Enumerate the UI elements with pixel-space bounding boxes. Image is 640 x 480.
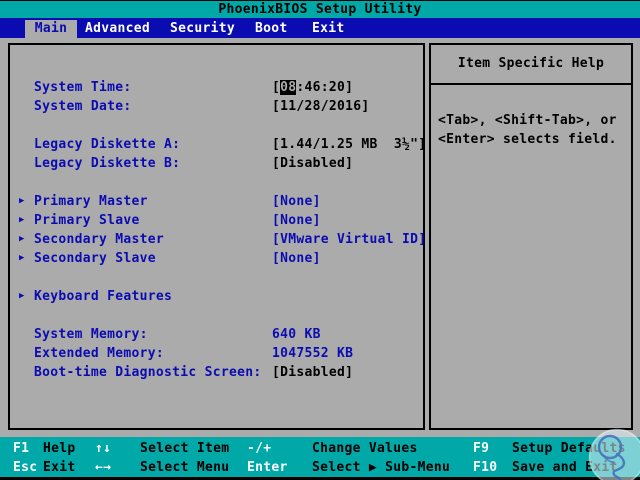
setting-value[interactable]: 640 KB xyxy=(272,325,321,344)
key-f10: F10 xyxy=(473,460,498,475)
setting-row-legacy-diskette-b[interactable]: Legacy Diskette B: [Disabled] xyxy=(10,154,423,173)
setting-value[interactable]: [Disabled] xyxy=(272,363,353,382)
key-: ←→ xyxy=(95,460,112,475)
setting-row-system-date[interactable]: System Date: [11/28/2016] xyxy=(10,97,423,116)
tab-exit[interactable]: Exit xyxy=(312,20,345,38)
submenu-arrow-icon: ▶ xyxy=(19,215,25,225)
setting-row-system-memory[interactable]: System Memory: 640 KB xyxy=(10,325,423,344)
key-: -/+ xyxy=(247,441,272,456)
action-select-item: Select Item xyxy=(140,441,230,456)
help-panel-title: Item Specific Help xyxy=(431,45,631,85)
settings-rows: System Time: [08:46:20] System Date: [11/28… xyxy=(10,78,426,382)
setting-value[interactable]: [08:46:20] xyxy=(272,78,353,97)
setting-label: System Memory: xyxy=(34,327,148,342)
action-change-values: Change Values xyxy=(312,441,418,456)
setting-value[interactable]: [None] xyxy=(272,211,321,230)
top-border-line xyxy=(0,0,640,1)
page-title: PhoenixBIOS Setup Utility xyxy=(218,2,422,17)
row-spacer xyxy=(10,306,423,325)
setting-row-legacy-diskette-a[interactable]: Legacy Diskette A: [1.44/1.25 MB 3½"] xyxy=(10,135,426,154)
setting-label: System Time: xyxy=(34,80,132,95)
setting-row-primary-slave[interactable]: ▶ Primary Slave [None] xyxy=(10,211,423,230)
setting-row-primary-master[interactable]: ▶ Primary Master [None] xyxy=(10,192,423,211)
setting-value[interactable]: [1.44/1.25 MB 3½"] xyxy=(272,135,426,154)
row-spacer xyxy=(10,173,423,192)
tab-main[interactable]: Main xyxy=(25,20,77,38)
key-hint-row: F1 Help ↑↓ Select Item -/+ Change Values F9 Set… xyxy=(0,439,640,458)
setting-value[interactable]: 1047552 KB xyxy=(272,344,353,363)
key-enter: Enter xyxy=(247,460,288,475)
settings-panel: System Time: [08:46:20] System Date: [11/28… xyxy=(8,43,426,430)
help-text-line: <Enter> selects field. xyxy=(438,132,617,147)
help-panel: Item Specific Help <Tab>, <Shift-Tab>, o… xyxy=(429,43,633,430)
setting-row-secondary-slave[interactable]: ▶ Secondary Slave [None] xyxy=(10,249,423,268)
action-save-and-exit: Save and Exit xyxy=(512,460,618,475)
action-setup-defaults: Setup Defaults xyxy=(512,441,626,456)
setting-value[interactable]: [None] xyxy=(272,249,321,268)
key-: ↑↓ xyxy=(95,441,112,456)
setting-value[interactable]: [Disabled] xyxy=(272,154,353,173)
setting-value[interactable]: [None] xyxy=(272,192,321,211)
tab-security[interactable]: Security xyxy=(170,20,235,38)
menu-bar: Main Advanced Security Boot Exit xyxy=(0,18,640,38)
phoenixbios-setup-screen: PhoenixBIOS Setup Utility Main Advanced Se… xyxy=(0,0,640,480)
setting-label: Boot-time Diagnostic Screen: xyxy=(34,365,262,380)
action-select-sub-menu: Select ▶ Sub-Menu xyxy=(312,460,451,475)
action-select-menu: Select Menu xyxy=(140,460,230,475)
setting-label: System Date: xyxy=(34,99,132,114)
setting-row-boot-time-diagnostic-screen[interactable]: Boot-time Diagnostic Screen: [Disabled] xyxy=(10,363,423,382)
key-f1: F1 xyxy=(13,441,30,456)
setting-label: Keyboard Features xyxy=(34,289,173,304)
highlighted-field: 08 xyxy=(280,80,297,95)
action-exit: Exit xyxy=(43,460,76,475)
setting-value[interactable]: [VMware Virtual ID] xyxy=(272,230,426,249)
tab-boot[interactable]: Boot xyxy=(255,20,288,38)
setting-value[interactable]: [11/28/2016] xyxy=(272,97,370,116)
setting-row-secondary-master[interactable]: ▶ Secondary Master [VMware Virtual ID] xyxy=(10,230,426,249)
setting-label: Secondary Slave xyxy=(34,251,156,266)
setting-label: Secondary Master xyxy=(34,232,165,247)
setting-row-extended-memory[interactable]: Extended Memory: 1047552 KB xyxy=(10,344,423,363)
key-esc: Esc xyxy=(13,460,38,475)
submenu-arrow-icon: ▶ xyxy=(19,234,25,244)
help-text-line: <Tab>, <Shift-Tab>, or xyxy=(438,113,617,128)
row-spacer xyxy=(10,116,423,135)
setting-label: Extended Memory: xyxy=(34,346,165,361)
key-f9: F9 xyxy=(473,441,490,456)
setting-label: Primary Slave xyxy=(34,213,140,228)
submenu-arrow-icon: ▶ xyxy=(19,253,25,263)
help-panel-body: <Tab>, <Shift-Tab>, or <Enter> selects fi… xyxy=(431,85,631,149)
row-spacer xyxy=(10,268,423,287)
submenu-arrow-icon: ▶ xyxy=(19,196,25,206)
setting-row-keyboard-features[interactable]: ▶ Keyboard Features xyxy=(10,287,423,306)
key-hint-bar: F1 Help ↑↓ Select Item -/+ Change Values F9 Set… xyxy=(0,437,640,477)
setting-row-system-time[interactable]: System Time: [08:46:20] xyxy=(10,78,423,97)
tab-advanced[interactable]: Advanced xyxy=(85,20,150,38)
setting-label: Legacy Diskette A: xyxy=(34,137,181,152)
title-bar: PhoenixBIOS Setup Utility xyxy=(0,0,640,18)
key-hint-row: Esc Exit ←→ Select Menu Enter Select ▶ Sub-Me… xyxy=(0,458,640,477)
setting-label: Primary Master xyxy=(34,194,148,209)
submenu-arrow-icon: ▶ xyxy=(19,291,25,301)
setting-label: Legacy Diskette B: xyxy=(34,156,181,171)
action-help: Help xyxy=(43,441,76,456)
